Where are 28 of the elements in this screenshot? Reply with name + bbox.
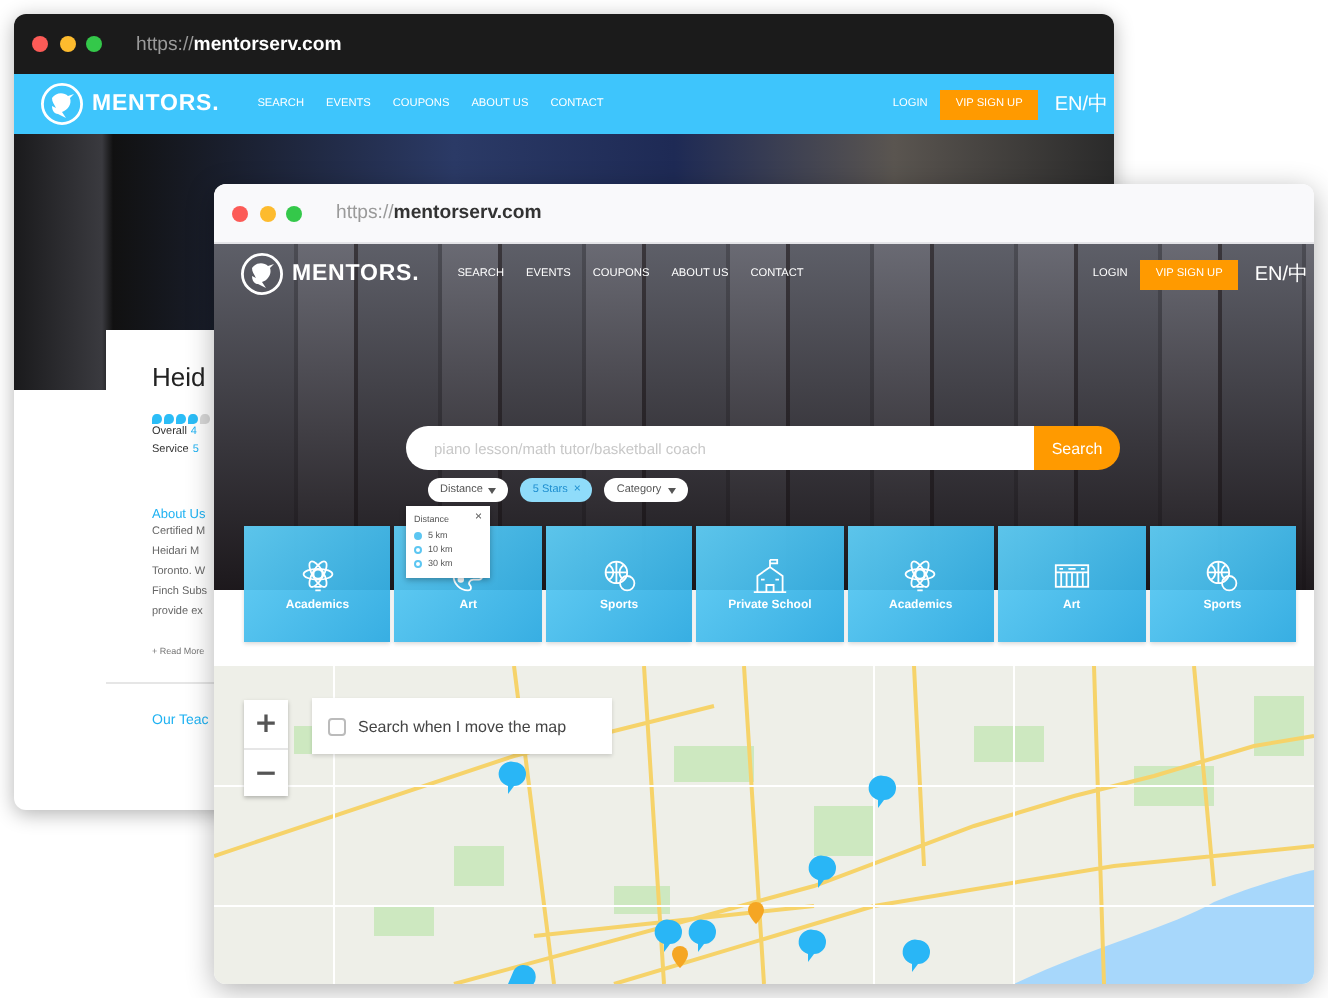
brand-name: MENTORS. <box>92 92 220 116</box>
radio-button[interactable] <box>414 545 422 553</box>
radio-button[interactable] <box>414 559 422 567</box>
checkbox[interactable] <box>328 717 346 735</box>
search-button[interactable]: Search <box>1034 426 1120 470</box>
maximize-icon[interactable] <box>86 36 102 52</box>
checkbox-label[interactable]: Search when I move the map <box>358 717 567 735</box>
atom-icon <box>902 557 939 593</box>
balls-icon <box>1204 557 1241 593</box>
brand-name: MENTORS. <box>292 262 420 286</box>
address-bar-url: https://mentorserv.com <box>136 33 342 55</box>
close-icon[interactable] <box>232 205 248 221</box>
minimize-icon[interactable] <box>59 36 75 52</box>
address-bar-url: https://mentorserv.com <box>336 202 542 224</box>
atom-icon <box>299 557 336 593</box>
school-icon <box>751 557 788 593</box>
language-label[interactable]: EN/中 <box>1254 260 1308 288</box>
profile-name: Heid <box>152 362 206 394</box>
caret-icon <box>488 487 497 493</box>
logo-icon <box>40 82 84 126</box>
radio-button[interactable] <box>414 531 422 539</box>
logo-icon <box>240 252 284 296</box>
balls-icon <box>601 557 638 593</box>
close-icon[interactable] <box>32 36 48 52</box>
zoom-out-button[interactable]: − <box>244 748 288 796</box>
caret-icon <box>667 487 676 493</box>
zoom-in-button[interactable]: + <box>244 700 288 748</box>
language-label[interactable]: EN/中 <box>1054 90 1108 118</box>
